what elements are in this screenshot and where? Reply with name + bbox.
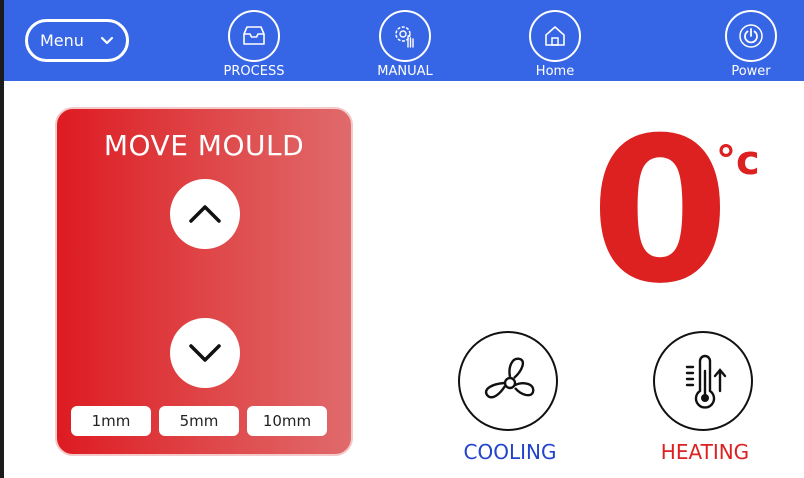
step-1mm-button[interactable]: 1mm (71, 406, 151, 436)
chevron-down-icon (189, 344, 221, 362)
temperature-unit: °c (716, 138, 760, 184)
top-navigation-bar: Menu PROCESS MANUAL Home Power (4, 0, 804, 81)
heating-label: HEATING (660, 440, 750, 464)
inbox-tray-icon (243, 26, 265, 45)
fan-icon (484, 357, 535, 399)
nav-power-label: Power (731, 64, 771, 79)
nav-home[interactable]: Home (515, 10, 595, 80)
settings-hand-icon (395, 26, 414, 48)
move-mould-panel: MOVE MOULD 1mm 5mm 10mm (55, 107, 353, 456)
nav-home-label: Home (535, 64, 575, 79)
home-icon (545, 26, 565, 46)
step-5mm-button[interactable]: 5mm (159, 406, 239, 436)
move-up-button[interactable] (170, 179, 240, 249)
cooling-button[interactable] (458, 331, 558, 431)
menu-label: Menu (40, 31, 84, 50)
menu-dropdown-button[interactable]: Menu (25, 19, 129, 62)
step-10mm-button[interactable]: 10mm (247, 406, 327, 436)
heating-button[interactable] (653, 331, 753, 431)
nav-process[interactable]: PROCESS (214, 10, 294, 80)
cooling-label: COOLING (463, 440, 557, 464)
nav-process-icon-circle (228, 10, 280, 62)
nav-home-icon-circle (529, 10, 581, 62)
nav-process-label: PROCESS (223, 64, 285, 79)
nav-power-icon-circle (725, 10, 777, 62)
power-icon (739, 24, 763, 48)
move-mould-title: MOVE MOULD (103, 129, 305, 162)
nav-manual[interactable]: MANUAL (365, 10, 445, 80)
nav-manual-icon-circle (379, 10, 431, 62)
nav-power[interactable]: Power (711, 10, 791, 80)
move-down-button[interactable] (170, 318, 240, 388)
thermometer-up-icon (685, 354, 727, 409)
temperature-value: 0 (590, 95, 730, 328)
chevron-up-icon (189, 205, 221, 223)
chevron-down-icon (100, 36, 114, 45)
nav-manual-label: MANUAL (377, 64, 433, 79)
